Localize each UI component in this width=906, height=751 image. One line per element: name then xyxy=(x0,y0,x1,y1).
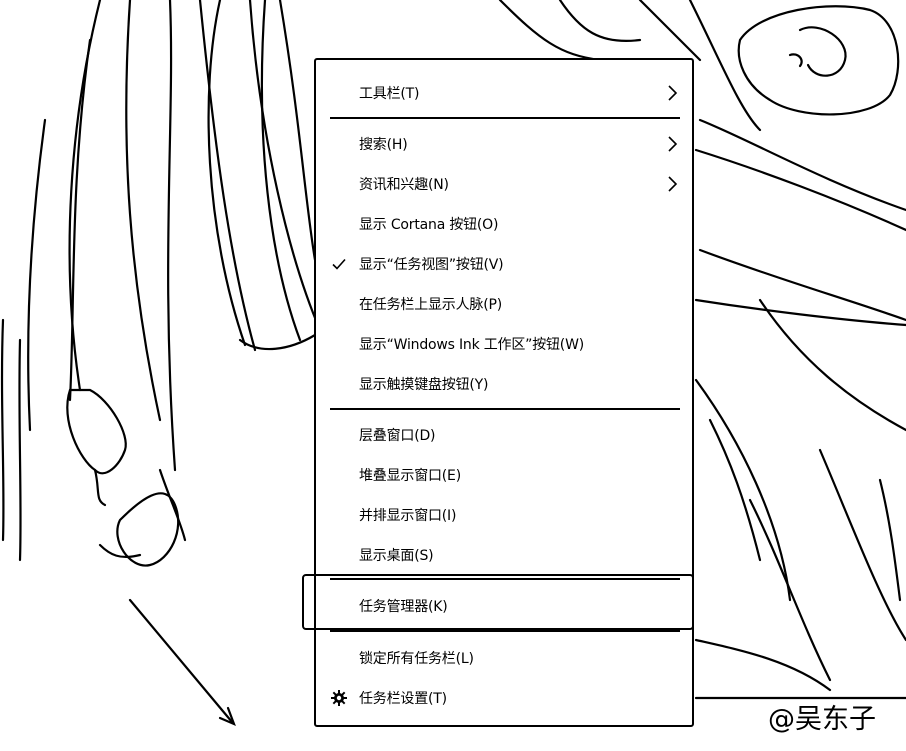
menu-item-label: 在任务栏上显示人脉(P) xyxy=(359,297,502,313)
menu-item-side-by-side-windows[interactable]: 并排显示窗口(I) xyxy=(316,495,692,535)
menu-item-stack-windows[interactable]: 堆叠显示窗口(E) xyxy=(316,455,692,495)
gear-icon xyxy=(331,690,347,706)
menu-item-news-and-interests[interactable]: 资讯和兴趣(N) xyxy=(316,164,692,204)
menu-item-label: 显示触摸键盘按钮(Y) xyxy=(359,377,489,393)
menu-item-label: 并排显示窗口(I) xyxy=(359,508,457,524)
taskbar-context-menu: 工具栏(T) 搜索(H) 资讯和兴趣(N) 显示 Cortana 按钮(O) 显… xyxy=(314,58,694,727)
menu-item-show-people[interactable]: 在任务栏上显示人脉(P) xyxy=(316,284,692,324)
menu-separator xyxy=(330,630,680,632)
menu-item-show-cortana-button[interactable]: 显示 Cortana 按钮(O) xyxy=(316,204,692,244)
menu-item-cascade-windows[interactable]: 层叠窗口(D) xyxy=(316,415,692,455)
menu-item-label: 任务栏设置(T) xyxy=(359,691,447,707)
menu-item-label: 层叠窗口(D) xyxy=(359,428,436,444)
chevron-right-icon xyxy=(668,85,678,101)
menu-item-label: 显示 Cortana 按钮(O) xyxy=(359,217,499,233)
menu-item-toolbars[interactable]: 工具栏(T) xyxy=(316,73,692,113)
menu-item-taskbar-settings[interactable]: 任务栏设置(T) xyxy=(316,678,692,718)
menu-item-label: 显示桌面(S) xyxy=(359,548,434,564)
menu-item-search[interactable]: 搜索(H) xyxy=(316,124,692,164)
chevron-right-icon xyxy=(668,176,678,192)
menu-item-label: 工具栏(T) xyxy=(359,86,420,102)
menu-item-show-touch-keyboard-button[interactable]: 显示触摸键盘按钮(Y) xyxy=(316,364,692,404)
menu-item-label: 任务管理器(K) xyxy=(359,599,448,615)
checkmark-icon xyxy=(332,258,346,270)
menu-item-task-manager[interactable]: 任务管理器(K) xyxy=(316,586,692,626)
menu-item-label: 搜索(H) xyxy=(359,137,408,153)
chevron-right-icon xyxy=(668,136,678,152)
menu-separator xyxy=(330,578,680,580)
menu-item-show-desktop[interactable]: 显示桌面(S) xyxy=(316,535,692,575)
menu-item-show-windows-ink-button[interactable]: 显示“Windows Ink 工作区”按钮(W) xyxy=(316,324,692,364)
menu-item-lock-taskbars[interactable]: 锁定所有任务栏(L) xyxy=(316,638,692,678)
menu-item-show-task-view-button[interactable]: 显示“任务视图”按钮(V) xyxy=(316,244,692,284)
menu-item-label: 显示“Windows Ink 工作区”按钮(W) xyxy=(359,337,584,353)
menu-item-label: 堆叠显示窗口(E) xyxy=(359,468,461,484)
menu-item-label: 资讯和兴趣(N) xyxy=(359,177,449,193)
menu-item-label: 锁定所有任务栏(L) xyxy=(359,651,474,667)
menu-item-label: 显示“任务视图”按钮(V) xyxy=(359,257,504,273)
watermark: @吴东子 xyxy=(768,704,876,735)
menu-separator xyxy=(330,117,680,119)
menu-separator xyxy=(330,408,680,410)
